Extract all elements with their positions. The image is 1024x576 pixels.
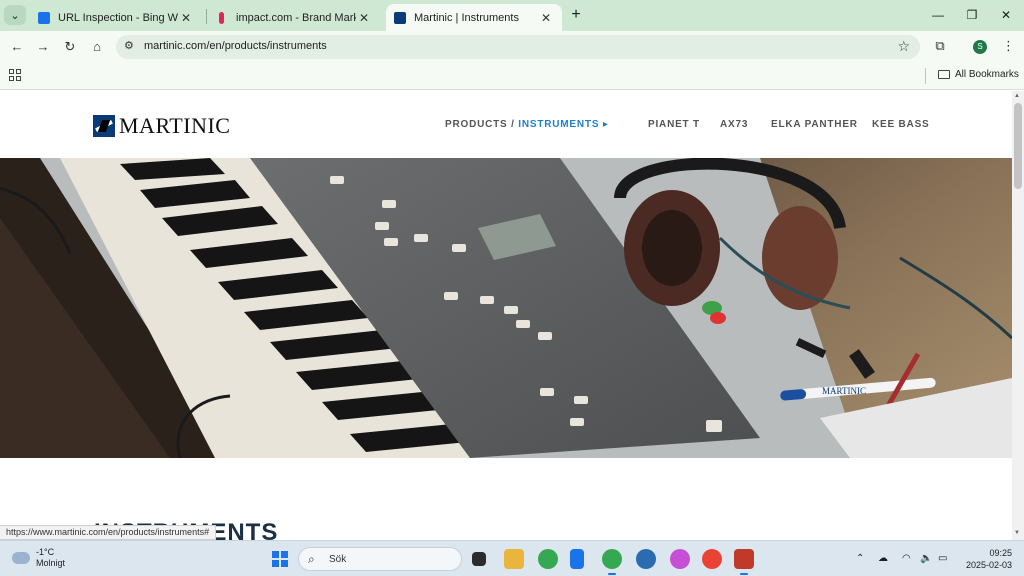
bing-icon[interactable]	[570, 549, 584, 569]
taskbar-search[interactable]: ⌕ Sök	[298, 547, 462, 571]
nav-products[interactable]: PRODUCTS /	[445, 119, 515, 130]
tab-title: URL Inspection - Bing Webmaster	[58, 11, 178, 24]
all-bookmarks-button[interactable]: All Bookmarks	[938, 69, 1019, 80]
clock[interactable]: 09:25 2025-02-03	[962, 547, 1012, 571]
wifi-icon[interactable]: ◠	[902, 553, 911, 564]
browser-toolbar: ← → ↻ ⌂ ⚙ martinic.com/en/products/instr…	[0, 31, 1024, 63]
reload-icon: ↻	[64, 39, 76, 54]
windows-taskbar: -1°C Molnigt ⌕ Sök ⌃ ☁ ◠ 🔈 ▭ 09:25 2025-…	[0, 540, 1024, 576]
windows-start-icon[interactable]	[272, 551, 288, 567]
wordpress-icon[interactable]	[636, 549, 656, 569]
flipboard-icon[interactable]	[734, 549, 754, 575]
clock-date: 2025-02-03	[965, 560, 1012, 570]
search-icon: ⌕	[308, 552, 315, 566]
nav-ax73[interactable]: AX73	[720, 119, 748, 130]
tab-martinic[interactable]: Martinic | Instruments ✕	[386, 4, 562, 31]
close-icon[interactable]: ✕	[356, 11, 372, 25]
folder-icon	[938, 70, 950, 79]
back-button[interactable]: ←	[8, 38, 26, 56]
weather-temp: -1°C	[36, 547, 55, 557]
close-icon[interactable]: ✕	[178, 11, 194, 25]
new-tab-button[interactable]: +	[567, 6, 585, 24]
tab-title: impact.com - Brand Marketplace	[236, 11, 356, 24]
hero-pen-lettering: MARTINIC	[822, 386, 866, 396]
battery-icon[interactable]: ▭	[938, 553, 947, 564]
martinic-logo-icon	[93, 115, 115, 137]
nav-pianet-t[interactable]: PIANET T	[648, 119, 700, 130]
minimize-button[interactable]: —	[928, 6, 948, 24]
tray-chevron-icon[interactable]: ⌃	[856, 553, 864, 564]
address-url[interactable]: martinic.com/en/products/instruments	[144, 40, 327, 52]
volume-icon[interactable]: 🔈	[920, 553, 932, 564]
task-view-icon[interactable]	[472, 552, 486, 566]
chevron-down-icon: ⌄	[10, 9, 20, 22]
reload-button[interactable]: ↻	[61, 38, 79, 56]
file-explorer-icon[interactable]	[504, 549, 524, 569]
home-button[interactable]: ⌂	[88, 38, 106, 56]
cloud-icon	[12, 552, 30, 564]
address-bar[interactable]: ⚙ martinic.com/en/products/instruments ☆	[116, 35, 920, 59]
tab-bing-webmaster[interactable]: URL Inspection - Bing Webmaster ✕	[30, 4, 202, 31]
arrow-left-icon: ←	[10, 39, 24, 54]
logo-text: MARTINIC	[119, 113, 231, 138]
bookmarks-bar: All Bookmarks	[0, 63, 1024, 90]
tab-title: Martinic | Instruments	[414, 11, 519, 24]
all-bookmarks-label: All Bookmarks	[955, 69, 1019, 80]
chrome-alt-icon[interactable]	[702, 549, 722, 569]
nav-breadcrumb[interactable]: PRODUCTS / INSTRUMENTS ▸	[445, 119, 609, 130]
forward-button[interactable]: →	[34, 38, 52, 56]
restore-icon: ❐	[966, 8, 978, 22]
bing-icon	[38, 11, 50, 24]
restore-button[interactable]: ❐	[962, 6, 982, 24]
arrow-right-icon: →	[36, 39, 50, 54]
scroll-down-arrow-icon[interactable]: ▼	[1014, 530, 1020, 536]
tab-strip: ⌄ URL Inspection - Bing Webmaster ✕ impa…	[0, 0, 1024, 31]
weather-widget[interactable]: -1°C Molnigt	[12, 547, 65, 569]
plus-icon: +	[571, 6, 581, 23]
chrome-profile-icon[interactable]	[602, 549, 622, 575]
close-icon[interactable]: ✕	[538, 11, 554, 25]
copilot-icon[interactable]	[670, 549, 690, 569]
martinic-favicon-icon	[394, 11, 406, 24]
bookmarks-divider	[925, 68, 926, 84]
home-icon: ⌂	[93, 39, 101, 54]
nav-kee-bass[interactable]: KEE BASS	[872, 119, 930, 130]
chrome-icon[interactable]	[538, 549, 558, 569]
bookmark-star-icon[interactable]: ☆	[897, 38, 910, 55]
web-page: MARTINIC PRODUCTS / INSTRUMENTS ▸ PIANET…	[0, 91, 1012, 540]
extensions-icon[interactable]: ⧉	[932, 38, 948, 54]
profile-avatar[interactable]: S	[973, 40, 987, 54]
hero-image: MARTINIC	[0, 158, 1012, 458]
scrollbar-thumb[interactable]	[1014, 103, 1022, 189]
hero-illustration: MARTINIC	[0, 158, 1012, 458]
taskbar-search-label: Sök	[329, 554, 347, 565]
apps-grid-icon[interactable]	[9, 69, 21, 81]
martinic-logo[interactable]: MARTINIC	[93, 113, 230, 139]
weather-desc: Molnigt	[36, 558, 66, 568]
close-window-button[interactable]: ✕	[996, 6, 1016, 24]
tab-separator	[206, 9, 207, 24]
tab-impact[interactable]: impact.com - Brand Marketplace ✕	[208, 4, 380, 31]
minimize-icon: —	[932, 8, 944, 22]
network-cloud-icon[interactable]: ☁	[878, 553, 888, 564]
nav-instruments[interactable]: INSTRUMENTS ▸	[518, 119, 608, 130]
close-icon: ✕	[1000, 8, 1012, 22]
tab-search-button[interactable]: ⌄	[4, 5, 26, 25]
status-bar-url: https://www.martinic.com/en/products/ins…	[0, 525, 217, 540]
impact-icon	[219, 11, 224, 24]
clock-time: 09:25	[989, 548, 1012, 558]
menu-kebab-icon[interactable]: ⋮	[1002, 38, 1015, 54]
nav-elka-panther[interactable]: ELKA PANTHER	[771, 119, 858, 130]
site-info-icon[interactable]: ⚙	[124, 39, 134, 52]
scroll-up-arrow-icon[interactable]: ▲	[1014, 93, 1020, 99]
